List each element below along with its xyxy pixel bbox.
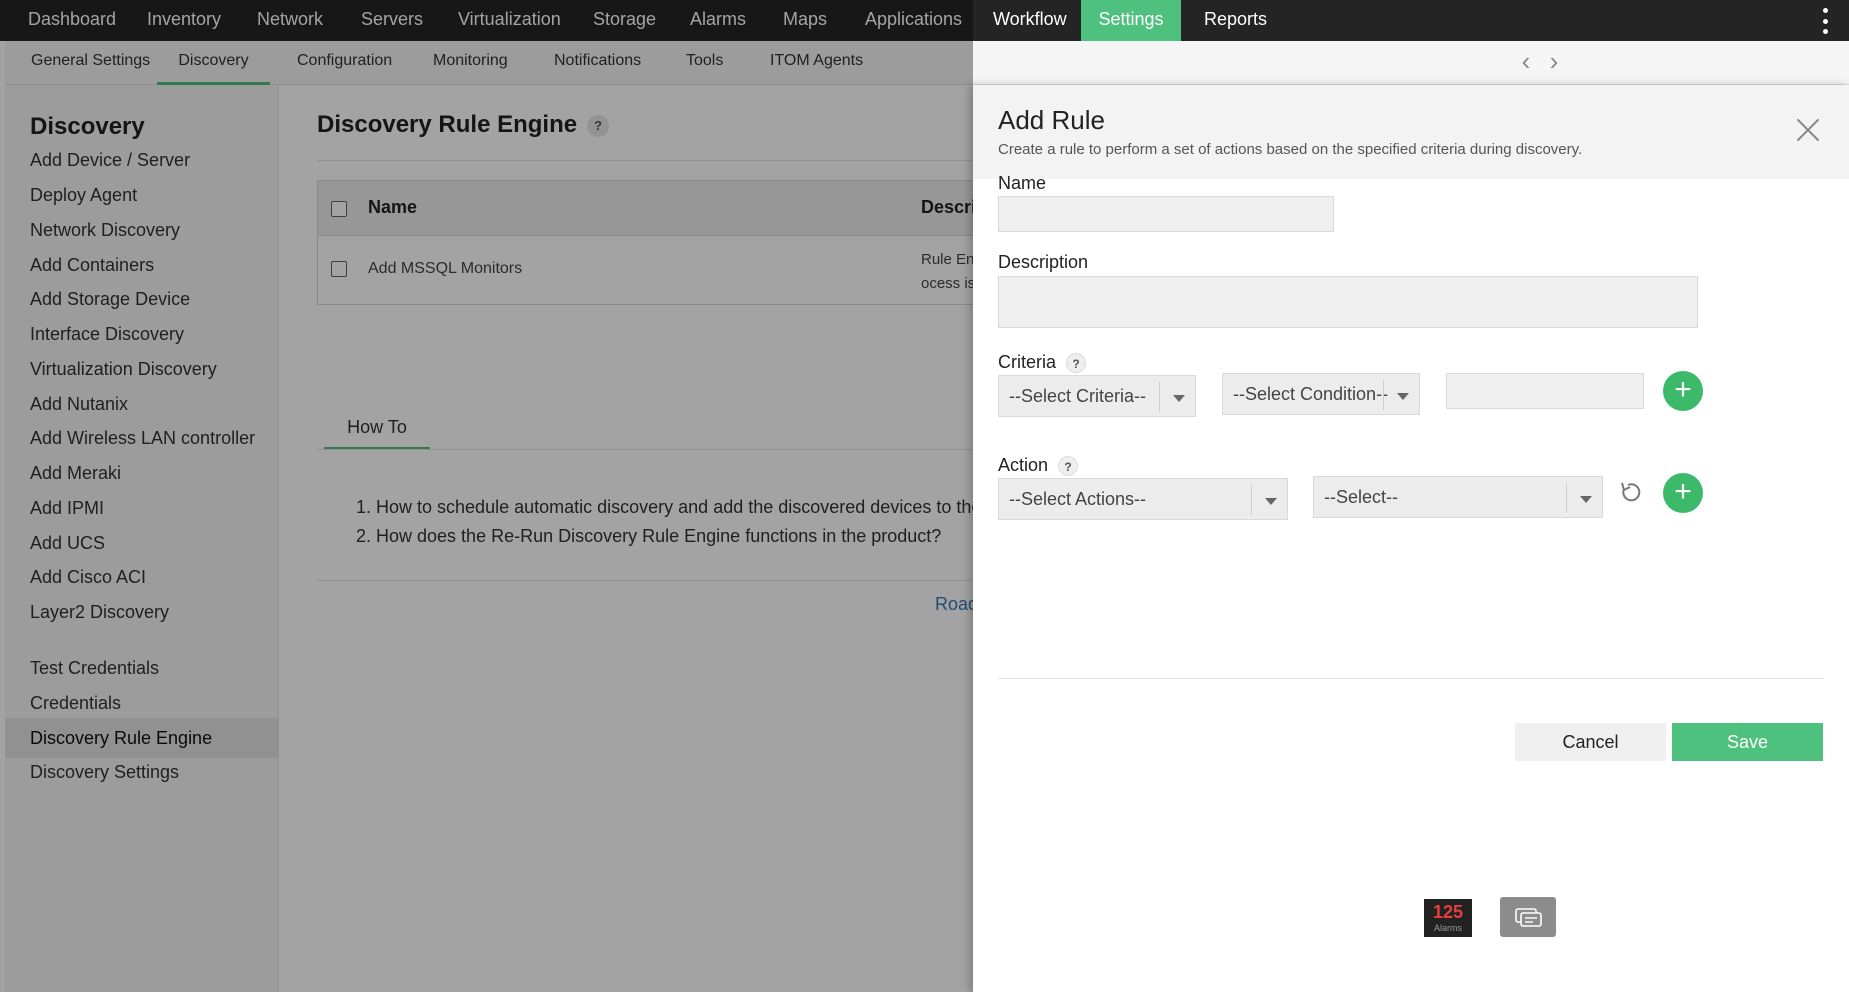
panel-divider	[998, 678, 1824, 679]
condition-select-value: --Select Condition--	[1233, 384, 1389, 404]
add-rule-panel: Add Rule Create a rule to perform a set …	[973, 85, 1849, 992]
chevron-down-icon	[1159, 382, 1195, 412]
name-label: Name	[998, 173, 1047, 193]
criteria-select-value: --Select Criteria--	[1009, 386, 1147, 406]
close-icon[interactable]	[1795, 117, 1821, 143]
description-label: Description	[998, 252, 1089, 272]
save-button[interactable]: Save	[1672, 723, 1823, 761]
nav-reports[interactable]: Reports	[1204, 0, 1267, 41]
modal-backdrop[interactable]	[0, 0, 973, 992]
criteria-value-field[interactable]	[1446, 373, 1644, 409]
condition-select[interactable]: --Select Condition--	[1222, 373, 1420, 415]
alarm-count-badge[interactable]: 125 Alarms	[1424, 899, 1472, 937]
alarm-count-label: Alarms	[1433, 923, 1462, 933]
criteria-label: Criteria?	[998, 352, 1087, 374]
more-options-icon[interactable]	[1821, 8, 1829, 34]
description-field[interactable]	[998, 276, 1698, 328]
alarm-count: 125	[1432, 902, 1464, 922]
action-select-value: --Select Actions--	[1009, 489, 1147, 509]
cancel-button[interactable]: Cancel	[1515, 723, 1666, 761]
chevron-left-icon[interactable]: ‹	[1515, 48, 1537, 75]
chevron-right-icon[interactable]: ›	[1543, 48, 1565, 75]
nav-settings[interactable]: Settings	[1081, 0, 1181, 41]
panel-title: Add Rule	[998, 105, 1105, 135]
chat-button[interactable]	[1500, 897, 1556, 937]
action-help-icon[interactable]: ?	[1058, 456, 1079, 477]
action-label-text: Action	[998, 455, 1049, 475]
criteria-select[interactable]: --Select Criteria--	[998, 375, 1196, 417]
chat-icon	[1515, 908, 1542, 927]
criteria-help-icon[interactable]: ?	[1066, 353, 1087, 374]
chevron-down-icon	[1383, 380, 1419, 410]
criteria-label-text: Criteria	[998, 352, 1057, 372]
action-value-select-value: --Select--	[1324, 487, 1399, 507]
chevron-down-icon	[1251, 485, 1287, 515]
add-action-button[interactable]: +	[1663, 473, 1703, 513]
chevron-down-icon	[1566, 483, 1602, 513]
panel-header: Add Rule Create a rule to perform a set …	[973, 85, 1849, 179]
action-label: Action?	[998, 455, 1079, 477]
add-criteria-button[interactable]: +	[1663, 371, 1703, 411]
nav-workflow[interactable]: Workflow	[993, 0, 1067, 41]
reset-icon[interactable]	[1616, 477, 1646, 507]
action-select[interactable]: --Select Actions--	[998, 478, 1288, 520]
action-value-select[interactable]: --Select--	[1313, 476, 1603, 518]
name-field[interactable]	[998, 196, 1334, 232]
panel-subtitle: Create a rule to perform a set of action…	[998, 141, 1583, 158]
